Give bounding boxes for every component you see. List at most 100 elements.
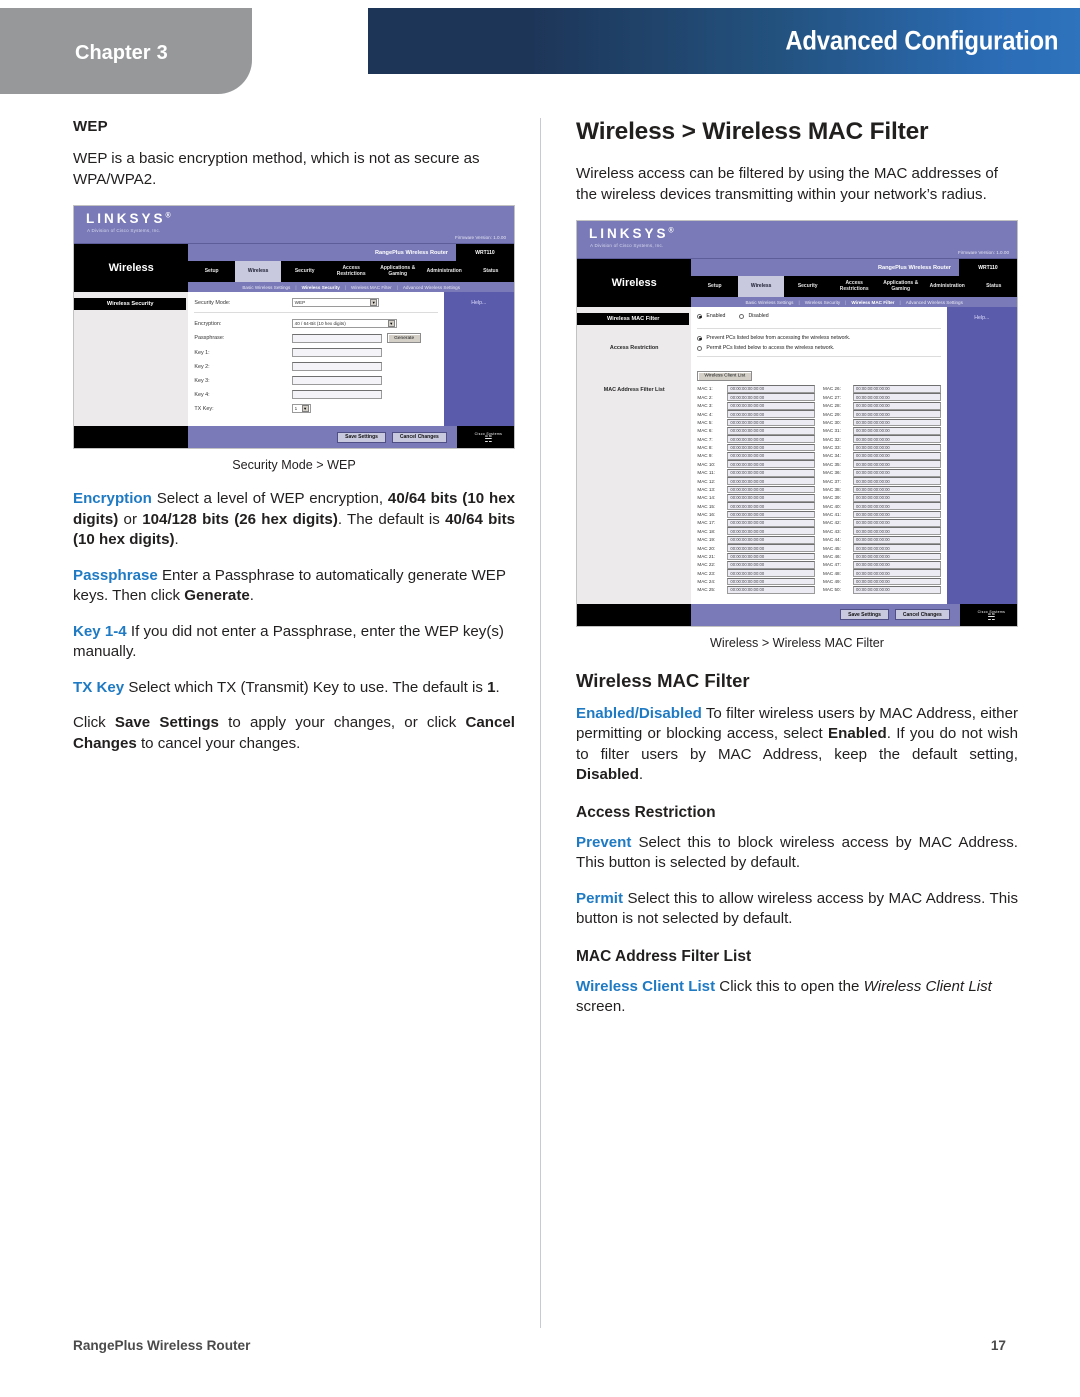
tab-wireless[interactable]: Wireless: [234, 261, 282, 283]
mac-filter-entry[interactable]: MAC 49: 00:00:00:00:00:00: [823, 577, 941, 586]
mac-filter-entry[interactable]: MAC 8: 00:00:00:00:00:00: [697, 443, 815, 452]
key-2-input[interactable]: [291, 362, 383, 372]
tab-applications-gaming[interactable]: Applications & Gaming: [877, 276, 924, 297]
radio-icon[interactable]: [739, 313, 745, 319]
mac-filter-entry[interactable]: MAC 31: 00:00:00:00:00:00: [823, 426, 941, 435]
key-4-control[interactable]: [291, 390, 438, 400]
mac-entry-input[interactable]: 00:00:00:00:00:00: [853, 502, 941, 511]
mac-filter-entry[interactable]: MAC 16: 00:00:00:00:00:00: [697, 510, 815, 519]
mac-filter-entry[interactable]: MAC 2: 00:00:00:00:00:00: [697, 393, 815, 402]
tab-status[interactable]: Status: [970, 276, 1017, 297]
mac-filter-entry[interactable]: MAC 9: 00:00:00:00:00:00: [697, 452, 815, 460]
mac-entry-input[interactable]: 00:00:00:00:00:00: [853, 552, 941, 561]
mac-filter-entry[interactable]: MAC 32: 00:00:00:00:00:00: [823, 435, 941, 444]
mac-filter-entry[interactable]: MAC 45: 00:00:00:00:00:00: [823, 544, 941, 552]
mac-entry-input[interactable]: 00:00:00:00:00:00: [727, 452, 815, 460]
tab-status[interactable]: Status: [467, 261, 514, 282]
mac-filter-entry[interactable]: MAC 30: 00:00:00:00:00:00: [823, 418, 941, 427]
mac-filter-entry[interactable]: MAC 46: 00:00:00:00:00:00: [823, 552, 941, 561]
mac-filter-entry[interactable]: MAC 27: 00:00:00:00:00:00: [823, 393, 941, 402]
mac-entry-input[interactable]: 00:00:00:00:00:00: [727, 569, 815, 578]
mac-entry-input[interactable]: 00:00:00:00:00:00: [853, 485, 941, 494]
passphrase-control[interactable]: Generate: [291, 333, 438, 344]
mac-filter-entry[interactable]: MAC 17: 00:00:00:00:00:00: [697, 519, 815, 527]
cancel-changes-button[interactable]: Cancel Changes: [391, 431, 447, 443]
mac-entry-input[interactable]: 00:00:00:00:00:00: [727, 535, 815, 544]
mac-filter-entry[interactable]: MAC 23: 00:00:00:00:00:00: [697, 569, 815, 578]
mac-filter-entry[interactable]: MAC 36: 00:00:00:00:00:00: [823, 468, 941, 477]
help-link[interactable]: Help...: [974, 315, 989, 604]
mac-entry-input[interactable]: 00:00:00:00:00:00: [727, 477, 815, 485]
subtab-wireless-security[interactable]: Wireless Security: [302, 285, 340, 290]
field-passphrase[interactable]: Passphrase: Generate: [194, 333, 438, 344]
mac-filter-entry[interactable]: MAC 37: 00:00:00:00:00:00: [823, 477, 941, 485]
subtab-advanced-wireless-settings[interactable]: Advanced Wireless Settings: [403, 285, 460, 290]
key-3-input[interactable]: [291, 376, 383, 386]
key-3-control[interactable]: [291, 376, 438, 386]
encryption-select[interactable]: 40 / 64-Bit (10 hex digits) ▼: [291, 319, 397, 329]
chevron-down-icon[interactable]: ▼: [370, 299, 378, 307]
mac-entry-input[interactable]: 00:00:00:00:00:00: [727, 435, 815, 444]
generate-button[interactable]: Generate: [387, 333, 422, 344]
mac-entry-input[interactable]: 00:00:00:00:00:00: [727, 426, 815, 435]
subtab-advanced-wireless-settings[interactable]: Advanced Wireless Settings: [906, 300, 963, 305]
mac-entry-input[interactable]: 00:00:00:00:00:00: [853, 418, 941, 427]
tx-key-control[interactable]: 1 ▼: [291, 404, 438, 414]
mac-filter-entry[interactable]: MAC 11: 00:00:00:00:00:00: [697, 468, 815, 477]
encryption-control[interactable]: 40 / 64-Bit (10 hex digits) ▼: [291, 319, 438, 329]
tab-security[interactable]: Security: [784, 276, 831, 297]
chevron-down-icon[interactable]: ▼: [387, 320, 395, 328]
mac-entry-input[interactable]: 00:00:00:00:00:00: [853, 452, 941, 460]
mac-filter-entry[interactable]: MAC 33: 00:00:00:00:00:00: [823, 443, 941, 452]
mac-entry-input[interactable]: 00:00:00:00:00:00: [727, 393, 815, 402]
field-encryption[interactable]: Encryption: 40 / 64-Bit (10 hex digits) …: [194, 319, 438, 329]
mac-filter-entry[interactable]: MAC 4: 00:00:00:00:00:00: [697, 410, 815, 418]
mac-entry-input[interactable]: 00:00:00:00:00:00: [853, 443, 941, 452]
mac-entry-input[interactable]: 00:00:00:00:00:00: [727, 385, 815, 393]
tab-access-restrictions[interactable]: Access Restrictions: [328, 261, 375, 282]
mac-entry-input[interactable]: 00:00:00:00:00:00: [853, 535, 941, 544]
mac-entry-input[interactable]: 00:00:00:00:00:00: [727, 510, 815, 519]
mac-filter-entry[interactable]: MAC 10: 00:00:00:00:00:00: [697, 460, 815, 469]
mac-filter-entry[interactable]: MAC 7: 00:00:00:00:00:00: [697, 435, 815, 444]
mac-filter-entry[interactable]: MAC 1: 00:00:00:00:00:00: [697, 385, 815, 393]
mac-filter-entry[interactable]: MAC 15: 00:00:00:00:00:00: [697, 502, 815, 511]
mac-entry-input[interactable]: 00:00:00:00:00:00: [853, 560, 941, 569]
key-1-input[interactable]: [291, 348, 383, 358]
radio-enabled[interactable]: Enabled: [697, 313, 725, 319]
radio-disabled[interactable]: Disabled: [739, 313, 769, 319]
tab-administration[interactable]: Administration: [924, 276, 971, 297]
field-key-4[interactable]: Key 4:: [194, 390, 438, 400]
mac-entry-input[interactable]: 00:00:00:00:00:00: [853, 544, 941, 552]
key-4-input[interactable]: [291, 390, 383, 400]
mac-filter-entry[interactable]: MAC 29: 00:00:00:00:00:00: [823, 410, 941, 418]
wireless-client-list-button[interactable]: Wireless Client List: [697, 370, 753, 381]
mac-filter-entry[interactable]: MAC 39: 00:00:00:00:00:00: [823, 493, 941, 502]
radio-icon[interactable]: [697, 313, 703, 319]
mac-entry-input[interactable]: 00:00:00:00:00:00: [853, 426, 941, 435]
tab-access-restrictions[interactable]: Access Restrictions: [831, 276, 878, 297]
mac-filter-entry[interactable]: MAC 34: 00:00:00:00:00:00: [823, 452, 941, 460]
radio-icon[interactable]: [697, 335, 703, 341]
tab-administration[interactable]: Administration: [421, 261, 468, 282]
field-key-1[interactable]: Key 1:: [194, 348, 438, 358]
field-tx-key[interactable]: TX Key: 1 ▼: [194, 404, 438, 414]
mac-entry-input[interactable]: 00:00:00:00:00:00: [853, 393, 941, 402]
save-settings-button[interactable]: Save Settings: [337, 431, 386, 443]
mac-filter-entry[interactable]: MAC 40: 00:00:00:00:00:00: [823, 502, 941, 511]
passphrase-input[interactable]: [291, 333, 383, 343]
mac-entry-input[interactable]: 00:00:00:00:00:00: [727, 527, 815, 536]
mac-filter-entry[interactable]: MAC 42: 00:00:00:00:00:00: [823, 519, 941, 527]
subtab-wireless-security[interactable]: Wireless Security: [805, 300, 840, 305]
mac-filter-entry[interactable]: MAC 22: 00:00:00:00:00:00: [697, 560, 815, 569]
mac-filter-entry[interactable]: MAC 41: 00:00:00:00:00:00: [823, 510, 941, 519]
tab-setup[interactable]: Setup: [691, 276, 738, 297]
mac-entry-input[interactable]: 00:00:00:00:00:00: [727, 493, 815, 502]
mac-filter-entry[interactable]: MAC 24: 00:00:00:00:00:00: [697, 577, 815, 586]
mac-entry-input[interactable]: 00:00:00:00:00:00: [853, 401, 941, 410]
key-1-control[interactable]: [291, 348, 438, 358]
chevron-down-icon[interactable]: ▼: [301, 405, 309, 413]
mac-entry-input[interactable]: 00:00:00:00:00:00: [727, 502, 815, 511]
mac-filter-entry[interactable]: MAC 38: 00:00:00:00:00:00: [823, 485, 941, 494]
mac-entry-input[interactable]: 00:00:00:00:00:00: [853, 577, 941, 586]
